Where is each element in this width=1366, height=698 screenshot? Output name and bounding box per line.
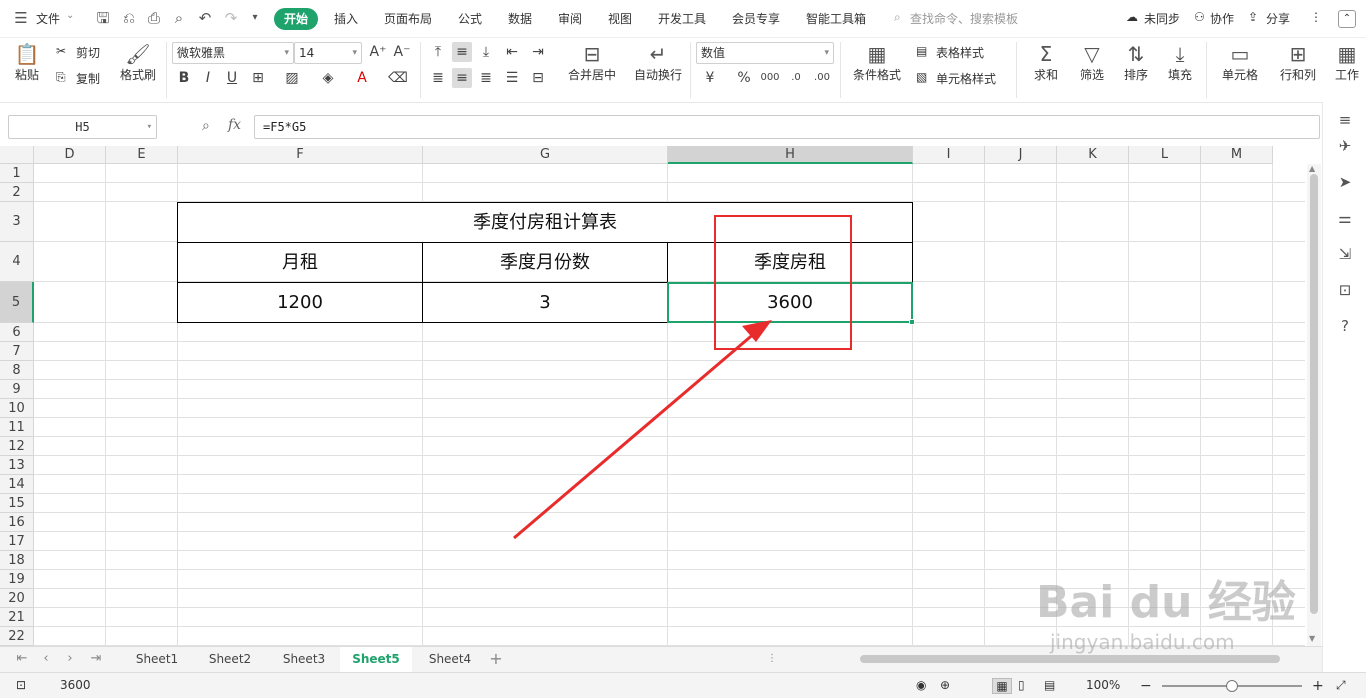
- last-sheet-icon[interactable]: ⇥: [88, 651, 104, 667]
- status-value: 3600: [60, 678, 91, 692]
- sheet-tab-5[interactable]: Sheet5: [340, 647, 412, 672]
- horizontal-scroll-thumb[interactable]: [860, 655, 1280, 663]
- zoom-slider-thumb[interactable]: [1226, 680, 1238, 692]
- split-handle-icon[interactable]: ⋮: [764, 651, 780, 667]
- page-layout-view-icon[interactable]: ▯: [1018, 678, 1025, 692]
- horizontal-scrollbar[interactable]: [780, 653, 1310, 665]
- add-sheet-icon[interactable]: +: [488, 651, 504, 667]
- eye-protection-icon[interactable]: ◉: [916, 678, 926, 692]
- next-sheet-icon[interactable]: ›: [62, 651, 78, 667]
- normal-view-icon[interactable]: ▦: [992, 678, 1012, 694]
- sheet-tab-3[interactable]: Sheet3: [268, 647, 340, 672]
- prev-sheet-icon[interactable]: ‹: [38, 651, 54, 667]
- fullscreen-icon[interactable]: ⤢: [1336, 678, 1346, 693]
- sheet-tab-4[interactable]: Sheet4: [414, 647, 486, 672]
- status-bar: ⊡ 3600 ◉ ⊕ ▦ ▯ ▤ 100% − + ⤢: [0, 672, 1366, 698]
- sheet-tab-bar: ⇤ ‹ › ⇥ Sheet1 Sheet2 Sheet3 Sheet5 Shee…: [0, 646, 1322, 672]
- input-method-icon[interactable]: ⊕: [940, 678, 950, 692]
- annotation-arrow: [513, 320, 772, 540]
- page-break-view-icon[interactable]: ▤: [1044, 678, 1055, 692]
- macro-icon[interactable]: ⊡: [16, 678, 26, 692]
- sheet-tab-2[interactable]: Sheet2: [194, 647, 266, 672]
- first-sheet-icon[interactable]: ⇤: [14, 651, 30, 667]
- zoom-out-icon[interactable]: −: [1140, 678, 1152, 694]
- sheet-tab-1[interactable]: Sheet1: [122, 647, 192, 672]
- zoom-level[interactable]: 100%: [1086, 678, 1120, 692]
- zoom-in-icon[interactable]: +: [1312, 678, 1324, 694]
